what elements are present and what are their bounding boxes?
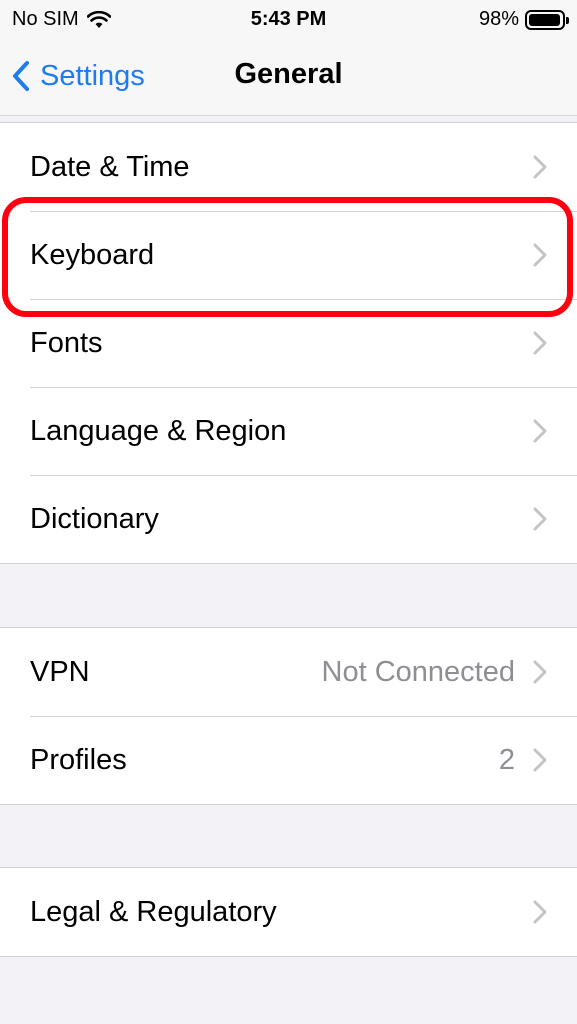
battery-fill	[529, 13, 561, 26]
row-label: Dictionary	[30, 502, 159, 535]
vpn-status-value: Not Connected	[321, 655, 515, 688]
row-legal-regulatory[interactable]: Legal & Regulatory	[0, 868, 577, 956]
chevron-right-icon	[533, 748, 547, 772]
navigation-bar: Settings General	[0, 38, 577, 116]
row-date-time[interactable]: Date & Time	[0, 123, 577, 211]
row-language-region[interactable]: Language & Region	[0, 387, 577, 475]
chevron-right-icon	[533, 243, 547, 267]
row-vpn[interactable]: VPN Not Connected	[0, 628, 577, 716]
settings-group-general: Date & Time Keyboard Fonts Language & Re…	[0, 122, 577, 564]
battery-nub	[566, 16, 569, 24]
row-label: Fonts	[30, 326, 103, 359]
row-label: VPN	[30, 655, 90, 688]
chevron-right-icon	[533, 660, 547, 684]
chevron-right-icon	[533, 507, 547, 531]
row-keyboard[interactable]: Keyboard	[0, 211, 577, 299]
row-label: Legal & Regulatory	[30, 895, 277, 928]
row-label: Language & Region	[30, 414, 287, 447]
row-fonts[interactable]: Fonts	[0, 299, 577, 387]
status-right: 98%	[478, 8, 569, 31]
row-dictionary[interactable]: Dictionary	[0, 475, 577, 563]
battery-percent: 98%	[478, 8, 519, 30]
chevron-right-icon	[533, 331, 547, 355]
chevron-right-icon	[533, 419, 547, 443]
row-label: Profiles	[30, 743, 127, 776]
page-title: General	[234, 58, 343, 90]
chevron-right-icon	[533, 155, 547, 179]
settings-group-network: VPN Not Connected Profiles 2	[0, 627, 577, 805]
row-label: Keyboard	[30, 238, 155, 271]
status-bar: No SIM 5:43 PM 98%	[0, 0, 577, 38]
settings-group-legal: Legal & Regulatory	[0, 867, 577, 957]
row-profiles[interactable]: Profiles 2	[0, 716, 577, 804]
chevron-right-icon	[533, 900, 547, 924]
battery-icon	[525, 9, 569, 30]
profiles-count-value: 2	[498, 743, 515, 776]
row-label: Date & Time	[30, 150, 190, 183]
